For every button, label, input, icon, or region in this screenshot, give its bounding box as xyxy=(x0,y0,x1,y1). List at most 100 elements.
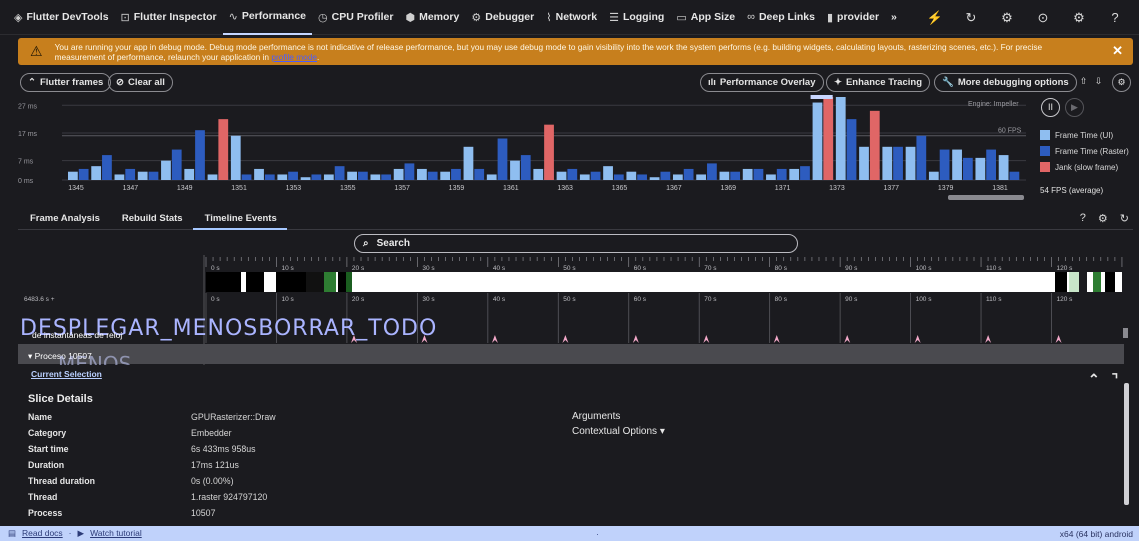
settings-icon[interactable]: ⚙ xyxy=(1112,73,1131,92)
tab-icon: ▮ xyxy=(826,11,834,24)
tab-label: Logging xyxy=(622,11,665,23)
contextual-options-dropdown[interactable]: Contextual Options ▾ xyxy=(572,426,665,437)
search-label: Search xyxy=(376,238,410,249)
tab-flutter-devtools[interactable]: ◈ Flutter DevTools xyxy=(8,0,115,35)
search-input[interactable]: ⌕ Search xyxy=(354,234,798,253)
hot-reload-icon[interactable]: ⚡ xyxy=(917,10,953,26)
bar-raster xyxy=(311,174,322,180)
y-tick-label: 27 ms xyxy=(18,103,38,110)
tab-network[interactable]: ⌇ Network xyxy=(540,0,603,35)
play-icon[interactable]: ▶ xyxy=(1065,98,1084,117)
bar-raster xyxy=(241,174,252,180)
bar-raster xyxy=(171,149,182,180)
separator-dot: · xyxy=(68,528,72,538)
tab-app-size[interactable]: ▭ App Size xyxy=(670,0,741,35)
bar-jank xyxy=(869,110,880,180)
ruler-label: 100 s xyxy=(916,296,933,303)
overview-block xyxy=(306,272,324,292)
history-icon[interactable]: ↻ xyxy=(953,10,989,26)
ruler-label: 60 s xyxy=(634,296,647,303)
bar-ui xyxy=(789,168,800,180)
tab-deep-links[interactable]: ∞ Deep Links xyxy=(741,0,821,35)
detail-key: Start time xyxy=(28,444,69,454)
overview-block xyxy=(246,272,264,292)
bar-raster xyxy=(520,155,531,180)
bar-raster xyxy=(800,166,810,180)
detail-value: 10507 xyxy=(191,508,216,518)
overflow-tabs-button[interactable]: » xyxy=(885,0,903,35)
legend-swatch xyxy=(1040,130,1050,140)
tab-frame-analysis[interactable]: Frame Analysis xyxy=(18,208,110,230)
expand-icon[interactable]: ⌃ ⌝ xyxy=(1088,371,1122,388)
average-fps-label: 54 FPS (average) xyxy=(1040,186,1104,195)
current-selection-panel: Current Selection Slice Details Name GPUR… xyxy=(18,365,1129,525)
ruler-label: 10 s xyxy=(281,265,294,272)
bar-ui xyxy=(533,168,544,180)
bar-raster xyxy=(148,171,159,180)
fps-line-label: 60 FPS xyxy=(998,128,1022,135)
x-tick-label: 1347 xyxy=(123,185,139,192)
enhance-tracing-button[interactable]: ✦ Enhance Tracing xyxy=(826,73,930,92)
bar-ui xyxy=(649,177,660,180)
chevron-up-icon: ⌃ xyxy=(28,77,36,88)
bar-raster xyxy=(474,168,485,180)
ruler-label: 80 s xyxy=(775,265,788,272)
bar-raster xyxy=(125,168,136,180)
bar-ui xyxy=(835,97,846,180)
overview-block xyxy=(1055,272,1067,292)
platform-label: x64 (64 bit) android xyxy=(1059,528,1133,539)
bar-raster xyxy=(660,171,671,180)
bar-ui xyxy=(393,168,404,180)
refresh-icon[interactable]: ↻ xyxy=(1120,212,1129,225)
ruler-label: 30 s xyxy=(422,296,435,303)
download-icon[interactable]: ⇩ xyxy=(1089,73,1108,92)
close-banner-icon[interactable]: ✕ xyxy=(1112,43,1123,59)
slice-details-title: Slice Details xyxy=(28,393,93,405)
tab-debugger[interactable]: ⚙ Debugger xyxy=(465,0,540,35)
bar-chart-icon: ılı xyxy=(708,77,716,88)
tab-logging[interactable]: ☰ Logging xyxy=(603,0,670,35)
bar-ui xyxy=(230,135,241,180)
help-icon[interactable]: ? xyxy=(1080,212,1086,225)
tab-rebuild-stats[interactable]: Rebuild Stats xyxy=(110,208,193,230)
ruler-label: 30 s xyxy=(422,265,435,272)
tab-performance[interactable]: ∿ Performance xyxy=(222,0,313,35)
debug-mode-warning-banner: ⚠ You are running your app in debug mode… xyxy=(18,38,1133,65)
tab-cpu-profiler[interactable]: ◷ CPU Profiler xyxy=(312,0,399,35)
pause-icon[interactable]: II xyxy=(1041,98,1060,117)
bug-icon[interactable]: ⚙ xyxy=(1061,10,1097,26)
extensions-icon[interactable]: ⊙ xyxy=(1025,10,1061,26)
tab-icon: ☰ xyxy=(609,11,619,24)
bar-ui xyxy=(68,171,78,180)
tab-timeline-events[interactable]: Timeline Events xyxy=(192,208,287,230)
overview-block xyxy=(346,272,352,292)
contextual-options-label: Contextual Options xyxy=(572,426,658,437)
detail-value: 6s 433ms 958us xyxy=(191,444,256,454)
snapshot-label: de instantáneas de reloj xyxy=(32,330,123,340)
read-docs-link[interactable]: Read docs xyxy=(22,528,63,539)
help-icon[interactable]: ? xyxy=(1097,10,1133,25)
detail-key: Process xyxy=(28,508,63,518)
settings-icon[interactable]: ⚙ xyxy=(989,10,1025,26)
bar-ui xyxy=(137,171,148,180)
performance-overlay-button[interactable]: ılı Performance Overlay xyxy=(700,73,824,92)
details-scrollbar[interactable] xyxy=(1124,383,1129,505)
tab-flutter-inspector[interactable]: ⊡ Flutter Inspector xyxy=(115,0,223,35)
tab-memory[interactable]: ⬢ Memory xyxy=(399,0,465,35)
more-debugging-options-button[interactable]: 🔧 More debugging options xyxy=(934,73,1077,92)
bar-raster xyxy=(962,157,973,180)
ruler-label: 0 s xyxy=(211,296,220,303)
flutter-frames-toggle[interactable]: ⌃ Flutter frames xyxy=(20,73,112,92)
tab-provider[interactable]: ▮ provider xyxy=(821,0,885,35)
subtab-icons: ? ⚙ ↻ xyxy=(1080,212,1129,225)
profile-mode-link[interactable]: profile mode xyxy=(271,52,317,62)
settings-icon[interactable]: ⚙ xyxy=(1098,212,1108,225)
watch-tutorial-link[interactable]: Watch tutorial xyxy=(90,528,142,539)
clear-all-button[interactable]: ⊘ Clear all xyxy=(108,73,173,92)
process-row[interactable]: ▾ Proceso 10507 MENOS xyxy=(18,344,1124,376)
bar-raster xyxy=(730,171,741,180)
banner-suffix: . xyxy=(317,51,320,62)
tab-current-selection[interactable]: Current Selection xyxy=(31,369,102,379)
x-tick-label: 1379 xyxy=(938,185,954,192)
legend-swatch xyxy=(1040,162,1050,172)
